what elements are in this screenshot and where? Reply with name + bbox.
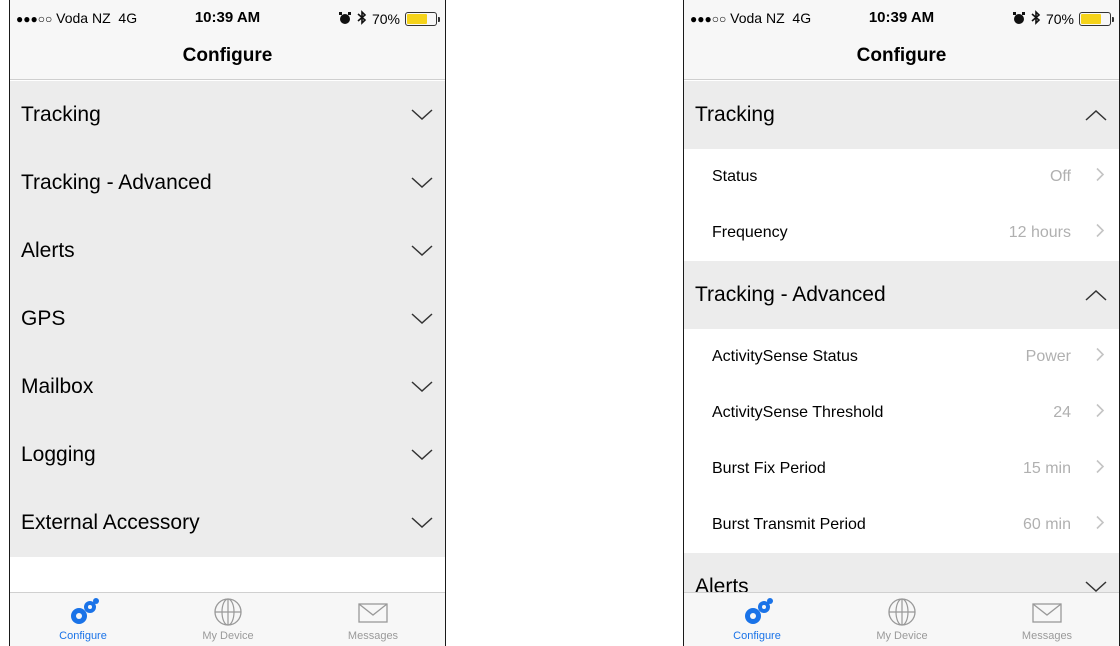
section-list: Tracking Tracking - Advanced Alerts GPS … [10,81,445,592]
tab-bar: Configure My Device Messages [10,592,445,646]
row-burst-fix-period[interactable]: Burst Fix Period 15 min [684,441,1119,497]
chevron-down-icon [411,307,433,331]
phone-screen-expanded: ●●●○○ Voda NZ 4G 10:39 AM 70% Configure … [683,0,1120,646]
bluetooth-icon [1031,10,1041,28]
envelope-icon [1032,603,1062,623]
section-alerts[interactable]: Alerts [10,217,445,285]
page-title: Configure [10,34,445,80]
battery-percent: 70% [371,11,400,27]
section-tracking-advanced[interactable]: Tracking - Advanced [684,261,1119,329]
row-burst-transmit-period[interactable]: Burst Transmit Period 60 min [684,497,1119,553]
row-activitysense-threshold[interactable]: ActivitySense Threshold 24 [684,385,1119,441]
section-external-accessory[interactable]: External Accessory [10,489,445,557]
section-gps[interactable]: GPS [10,285,445,353]
gears-icon [71,598,99,624]
tab-configure[interactable]: Configure [702,597,812,642]
battery-percent: 70% [1045,11,1074,27]
tab-my-device[interactable]: My Device [173,597,283,642]
row-value: 15 min [1022,460,1071,477]
page-title: Configure [684,34,1119,80]
section-tracking[interactable]: Tracking [10,81,445,149]
bluetooth-icon [357,10,367,28]
chevron-up-icon [1085,103,1107,127]
phone-screen-collapsed: ●●●○○ Voda NZ 4G 10:39 AM 70% Configure … [9,0,446,646]
chevron-down-icon [411,103,433,127]
chevron-right-icon [1096,459,1105,479]
row-value: 24 [1053,404,1071,421]
section-logging[interactable]: Logging [10,421,445,489]
section-tracking-advanced[interactable]: Tracking - Advanced [10,149,445,217]
chevron-right-icon [1096,347,1105,367]
row-value: Power [1025,348,1071,365]
alarm-icon [338,11,352,28]
battery-icon [1079,12,1114,26]
section-alerts[interactable]: Alerts [684,553,1119,592]
row-status[interactable]: Status Off [684,149,1119,205]
alarm-icon [1012,11,1026,28]
section-list: Tracking Status Off Frequency 12 hours Tra… [684,81,1119,592]
chevron-down-icon [411,171,433,195]
globe-icon [888,598,916,626]
status-bar: ●●●○○ Voda NZ 4G 10:39 AM 70% [10,0,445,34]
row-value: 60 min [1022,516,1071,533]
chevron-down-icon [411,443,433,467]
row-activitysense-status[interactable]: ActivitySense Status Power [684,329,1119,385]
chevron-right-icon [1096,223,1105,243]
chevron-down-icon [1085,575,1107,592]
battery-icon [405,12,440,26]
status-bar: ●●●○○ Voda NZ 4G 10:39 AM 70% [684,0,1119,34]
chevron-down-icon [411,511,433,535]
envelope-icon [358,603,388,623]
section-mailbox[interactable]: Mailbox [10,353,445,421]
tab-configure[interactable]: Configure [28,597,138,642]
chevron-down-icon [411,239,433,263]
tab-bar: Configure My Device Messages [684,592,1119,646]
globe-icon [214,598,242,626]
row-value: Off [1049,168,1071,185]
row-frequency[interactable]: Frequency 12 hours [684,205,1119,261]
tab-messages[interactable]: Messages [318,597,428,642]
tab-messages[interactable]: Messages [992,597,1102,642]
chevron-down-icon [411,375,433,399]
section-tracking[interactable]: Tracking [684,81,1119,149]
chevron-right-icon [1096,403,1105,423]
gears-icon [745,598,773,624]
row-value: 12 hours [1008,224,1071,241]
chevron-up-icon [1085,283,1107,307]
tab-my-device[interactable]: My Device [847,597,957,642]
chevron-right-icon [1096,515,1105,535]
chevron-right-icon [1096,167,1105,187]
